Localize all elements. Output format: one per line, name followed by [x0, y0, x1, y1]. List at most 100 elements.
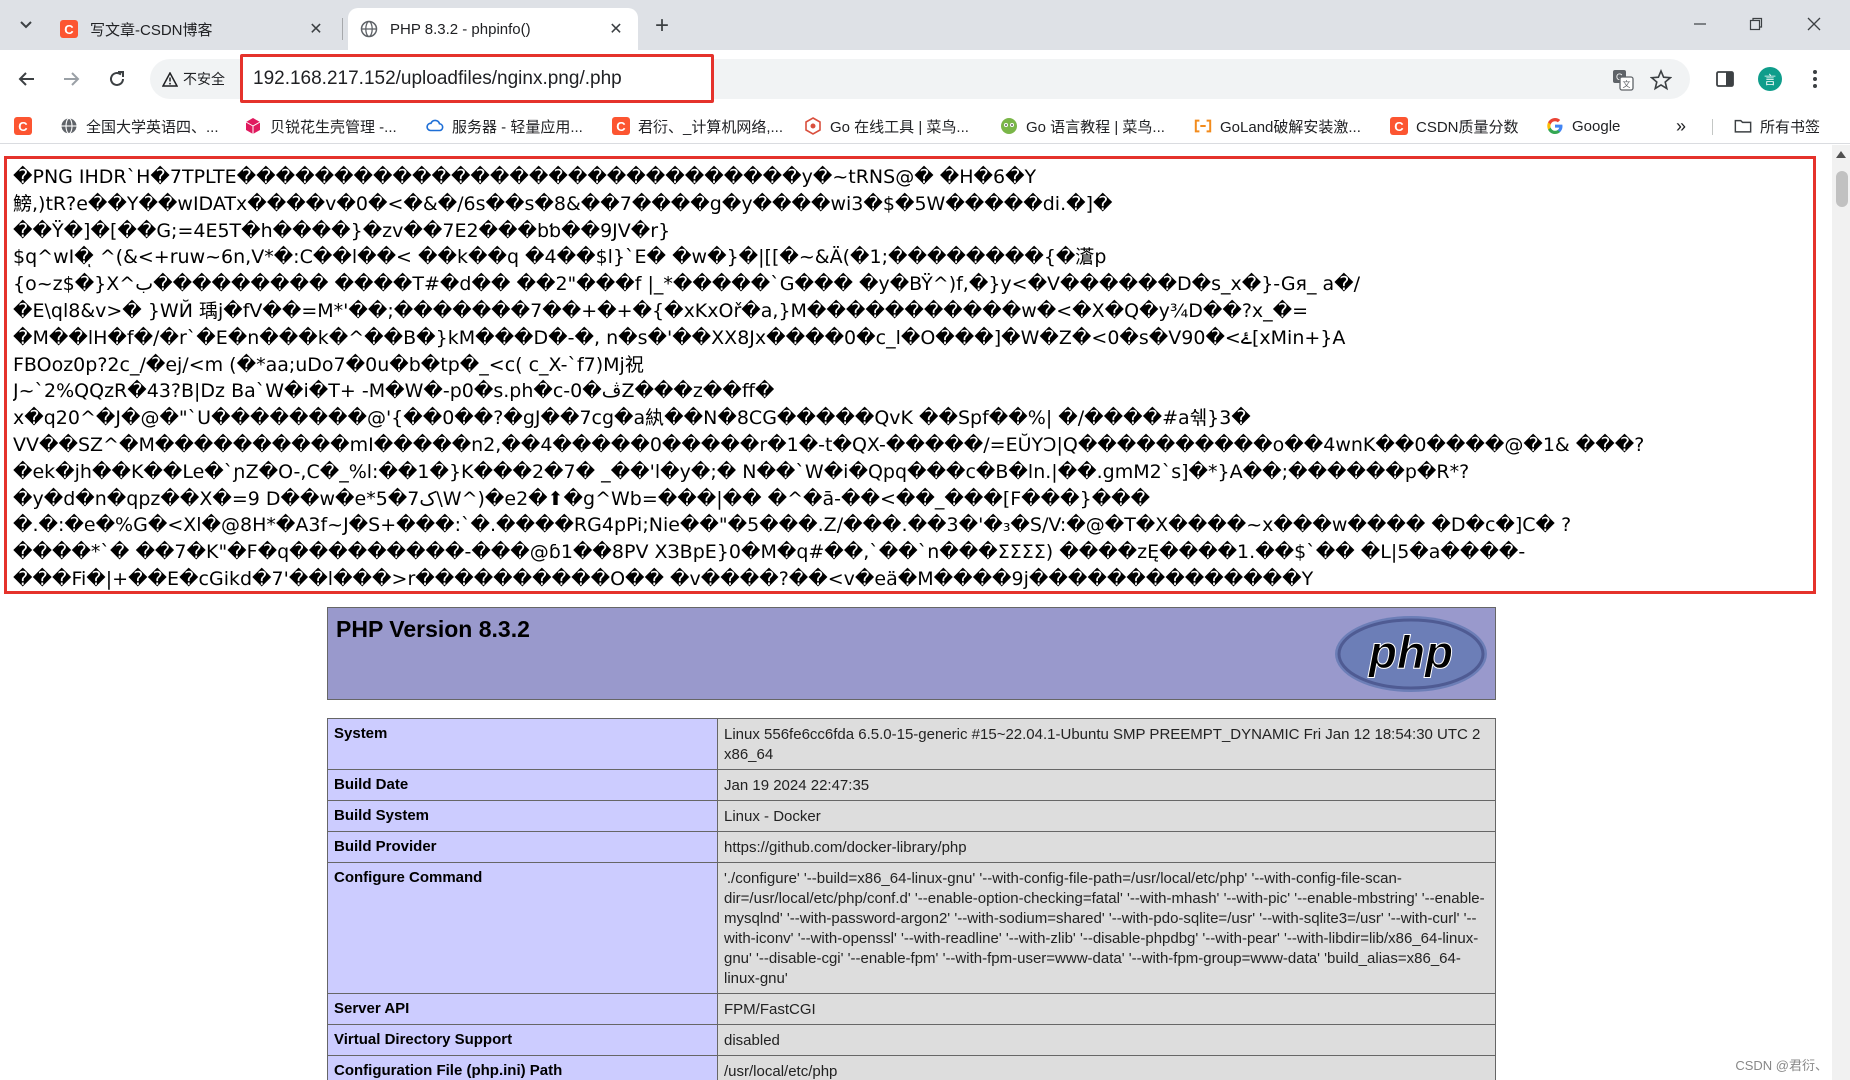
binary-line: x�q20^�J�@�"`U��������@'{��0��?�gJ��7cg�… — [13, 407, 1251, 430]
bookmark-label: 贝锐花生壳管理 -... — [270, 118, 397, 136]
info-value: disabled — [717, 1024, 1496, 1056]
csdn-icon: C — [14, 117, 32, 135]
binary-line: �ek�jh��K��Le�`ɲZ�O-,C�_%l:��1�}K���2�7�… — [13, 460, 1470, 483]
table-row: Configuration File (php.ini) Path /usr/l… — [327, 1055, 1496, 1080]
binary-line: {o~z$�}X^ب��������� ����T#�d�� ��2"���f … — [13, 273, 1361, 296]
table-row: System Linux 556fe6cc6fda 6.5.0-15-gener… — [327, 718, 1496, 770]
close-window-button[interactable] — [1786, 0, 1842, 48]
table-row: Build Provider https://github.com/docker… — [327, 831, 1496, 863]
info-value: /usr/local/etc/php — [717, 1055, 1496, 1080]
bookmarks-bar: C 全国大学英语四、... 贝锐花生壳管理 -... 服务器 - 轻量应用...… — [0, 108, 1850, 144]
phpinfo-table: System Linux 556fe6cc6fda 6.5.0-15-gener… — [327, 718, 1496, 1080]
profile-avatar[interactable]: 言 — [1758, 67, 1782, 91]
page-content: �PNG IHDR`H�7TPLTE����������������������… — [0, 145, 1850, 1080]
binary-line: �E\ql8&v>� }WЙ 瑀j�fV��=M*'��;�������7��+… — [13, 299, 1309, 322]
url-field[interactable]: 192.168.217.152/uploadfiles/nginx.png/.p… — [240, 54, 714, 103]
kebab-menu-icon — [1813, 70, 1817, 88]
bookmark-goland[interactable]: GoLand破解安装激... — [1194, 113, 1361, 139]
bookmark-label: Google — [1572, 117, 1621, 135]
translate-button[interactable]: G文 — [1610, 67, 1636, 93]
security-indicator[interactable]: 不安全 — [162, 59, 225, 99]
table-row: Build Date Jan 19 2024 22:47:35 — [327, 769, 1496, 801]
info-key: Configure Command — [327, 862, 718, 994]
close-tab-icon[interactable]: ✕ — [306, 19, 326, 39]
browser-toolbar: 不安全 192.168.217.152/uploadfiles/nginx.pn… — [0, 50, 1850, 108]
php-version-title: PHP Version 8.3.2 — [336, 616, 530, 642]
tab-search-button[interactable] — [10, 8, 42, 40]
globe-icon — [360, 20, 378, 38]
bookmark-junyan[interactable]: C 君衍、_计算机网络,... — [612, 113, 783, 139]
binary-line: VV��SZ^�M����������mI�����n2,��4�����0��… — [13, 433, 1645, 456]
binary-line: 鰟,)tR?e��Y��wIDATx����v�0�<�&�/6s��s�8&�… — [13, 192, 1113, 215]
bookmark-label: 所有书签 — [1760, 118, 1821, 136]
info-value: Linux - Docker — [717, 800, 1496, 832]
bookmark-label: CSDN质量分数 — [1416, 118, 1519, 136]
minimize-button[interactable] — [1672, 0, 1728, 48]
tab-strip: C 写文章-CSDN博客 ✕ PHP 8.3.2 - phpinfo() ✕ + — [0, 0, 1850, 50]
translate-icon: G文 — [1613, 70, 1634, 91]
minimize-icon — [1694, 23, 1706, 25]
bookmark-go-tutorial[interactable]: Go 语言教程 | 菜鸟... — [1000, 113, 1165, 139]
chevron-down-icon — [20, 21, 32, 29]
maximize-button[interactable] — [1728, 0, 1784, 48]
bookmark-label: Go 语言教程 | 菜鸟... — [1026, 118, 1165, 136]
bookmark-oray[interactable]: 贝锐花生壳管理 -... — [244, 113, 397, 139]
arrow-right-icon — [64, 72, 80, 86]
side-panel-icon — [1716, 71, 1734, 87]
security-label: 不安全 — [183, 71, 225, 87]
info-value: Linux 556fe6cc6fda 6.5.0-15-generic #15~… — [717, 718, 1496, 770]
bookmark-google[interactable]: Google — [1546, 113, 1620, 139]
back-button[interactable] — [12, 64, 42, 94]
binary-line: �y�d�n�qpz��X�=9 D��w�e*5�7ک\W^)�e2�⬆�g^… — [13, 487, 1151, 510]
binary-line: ��Ÿ�]�[��G;=4E5T�h����}�zv��7E2���bƅ��9J… — [13, 219, 671, 242]
bookmark-csdn[interactable]: C — [14, 113, 40, 139]
png-binary-output: �PNG IHDR`H�7TPLTE����������������������… — [4, 156, 1816, 594]
new-tab-button[interactable]: + — [648, 12, 676, 40]
table-row: Configure Command './configure' '--build… — [327, 862, 1496, 994]
bookmark-server[interactable]: 服务器 - 轻量应用... — [426, 113, 583, 139]
binary-line: ���Fi�|+��E�cGikd�7'��l���>r����������O�… — [13, 567, 1314, 590]
vertical-scrollbar[interactable] — [1832, 145, 1850, 1080]
bookmark-go-tools[interactable]: Go 在线工具 | 菜鸟... — [804, 113, 969, 139]
warning-icon — [162, 71, 178, 87]
bookmark-label: Go 在线工具 | 菜鸟... — [830, 118, 969, 136]
info-value: Jan 19 2024 22:47:35 — [717, 769, 1496, 801]
table-row: Server API FPM/FastCGI — [327, 993, 1496, 1025]
forward-button[interactable] — [56, 64, 86, 94]
arrow-left-icon — [18, 72, 34, 86]
binary-line: $q^wI�ͅ ^(&<+ruw~6n,V*�:C��l��< ��k��q �… — [13, 246, 1107, 269]
reload-icon — [110, 71, 124, 86]
scrollbar-thumb[interactable] — [1836, 171, 1848, 207]
csdn-watermark: CSDN @君衍、 — [1735, 1058, 1828, 1073]
bookmark-cet[interactable]: 全国大学英语四、... — [60, 113, 219, 139]
side-panel-button[interactable] — [1710, 64, 1740, 94]
info-value: './configure' '--build=x86_64-linux-gnu'… — [717, 862, 1496, 994]
binary-line: �M��lH�f�/�r`�E�n���k�^��B�}kM���D�-�, n… — [13, 326, 1346, 349]
bookmark-csdn-score[interactable]: C CSDN质量分数 — [1390, 113, 1519, 139]
tab-phpinfo[interactable]: PHP 8.3.2 - phpinfo() ✕ — [348, 8, 638, 50]
info-key: System — [327, 718, 718, 770]
svg-text:C: C — [64, 22, 74, 37]
svg-text:文: 文 — [1623, 79, 1631, 89]
reload-button[interactable] — [102, 64, 132, 94]
bookmark-label: 全国大学英语四、... — [86, 118, 219, 136]
omnibox[interactable]: 不安全 192.168.217.152/uploadfiles/nginx.pn… — [150, 54, 1690, 103]
close-icon — [1807, 17, 1821, 31]
bookmark-star-button[interactable] — [1648, 67, 1674, 93]
info-value: FPM/FastCGI — [717, 993, 1496, 1025]
close-tab-icon[interactable]: ✕ — [606, 19, 626, 39]
tab-title: 写文章-CSDN博客 — [90, 21, 213, 39]
scroll-up-arrow-icon[interactable] — [1836, 151, 1846, 158]
tab-csdn-editor[interactable]: C 写文章-CSDN博客 ✕ — [48, 8, 338, 50]
csdn-icon: C — [60, 20, 78, 38]
svg-text:C: C — [18, 119, 28, 134]
bracket-icon — [1194, 117, 1212, 135]
menu-button[interactable] — [1800, 64, 1830, 94]
google-icon — [1546, 117, 1564, 135]
table-row: Virtual Directory Support disabled — [327, 1024, 1496, 1056]
info-key: Configuration File (php.ini) Path — [327, 1055, 718, 1080]
bookmarks-overflow-button[interactable]: » — [1676, 113, 1686, 139]
php-logo-text: php — [1367, 626, 1453, 678]
info-key: Build Provider — [327, 831, 718, 863]
all-bookmarks-button[interactable]: 所有书签 — [1734, 113, 1820, 139]
